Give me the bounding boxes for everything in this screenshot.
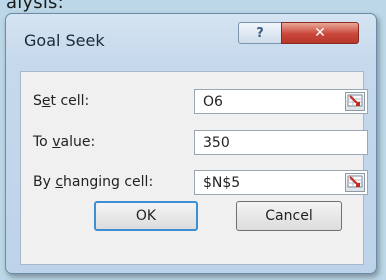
set-cell-input[interactable]: O6 bbox=[194, 89, 368, 114]
dialog-title: Goal Seek bbox=[24, 31, 105, 50]
to-value-input[interactable]: 350 bbox=[194, 130, 368, 155]
dialog-body: Set cell: O6 To value: 350 By changing c… bbox=[20, 71, 368, 265]
goal-seek-dialog: Goal Seek ? ✕ Set cell: O6 To value: 350… bbox=[5, 13, 377, 274]
set-cell-ref-button[interactable] bbox=[345, 92, 365, 111]
to-value-label: To value: bbox=[33, 134, 96, 150]
changing-cell-input[interactable]: $N$5 bbox=[194, 170, 368, 195]
to-value-value: 350 bbox=[203, 135, 230, 151]
help-icon: ? bbox=[256, 25, 264, 41]
ok-button[interactable]: OK bbox=[94, 201, 198, 231]
collapse-dialog-icon bbox=[347, 94, 363, 107]
close-icon: ✕ bbox=[314, 25, 326, 41]
cancel-button[interactable]: Cancel bbox=[236, 201, 342, 231]
background-text: alysis: bbox=[6, 0, 64, 13]
collapse-dialog-icon bbox=[347, 175, 363, 188]
changing-cell-value: $N$5 bbox=[203, 175, 241, 191]
changing-cell-ref-button[interactable] bbox=[345, 173, 365, 192]
set-cell-label: Set cell: bbox=[33, 93, 90, 109]
set-cell-value: O6 bbox=[203, 94, 223, 110]
changing-cell-label: By changing cell: bbox=[33, 174, 154, 190]
close-button[interactable]: ✕ bbox=[281, 22, 359, 44]
help-button[interactable]: ? bbox=[238, 22, 282, 44]
